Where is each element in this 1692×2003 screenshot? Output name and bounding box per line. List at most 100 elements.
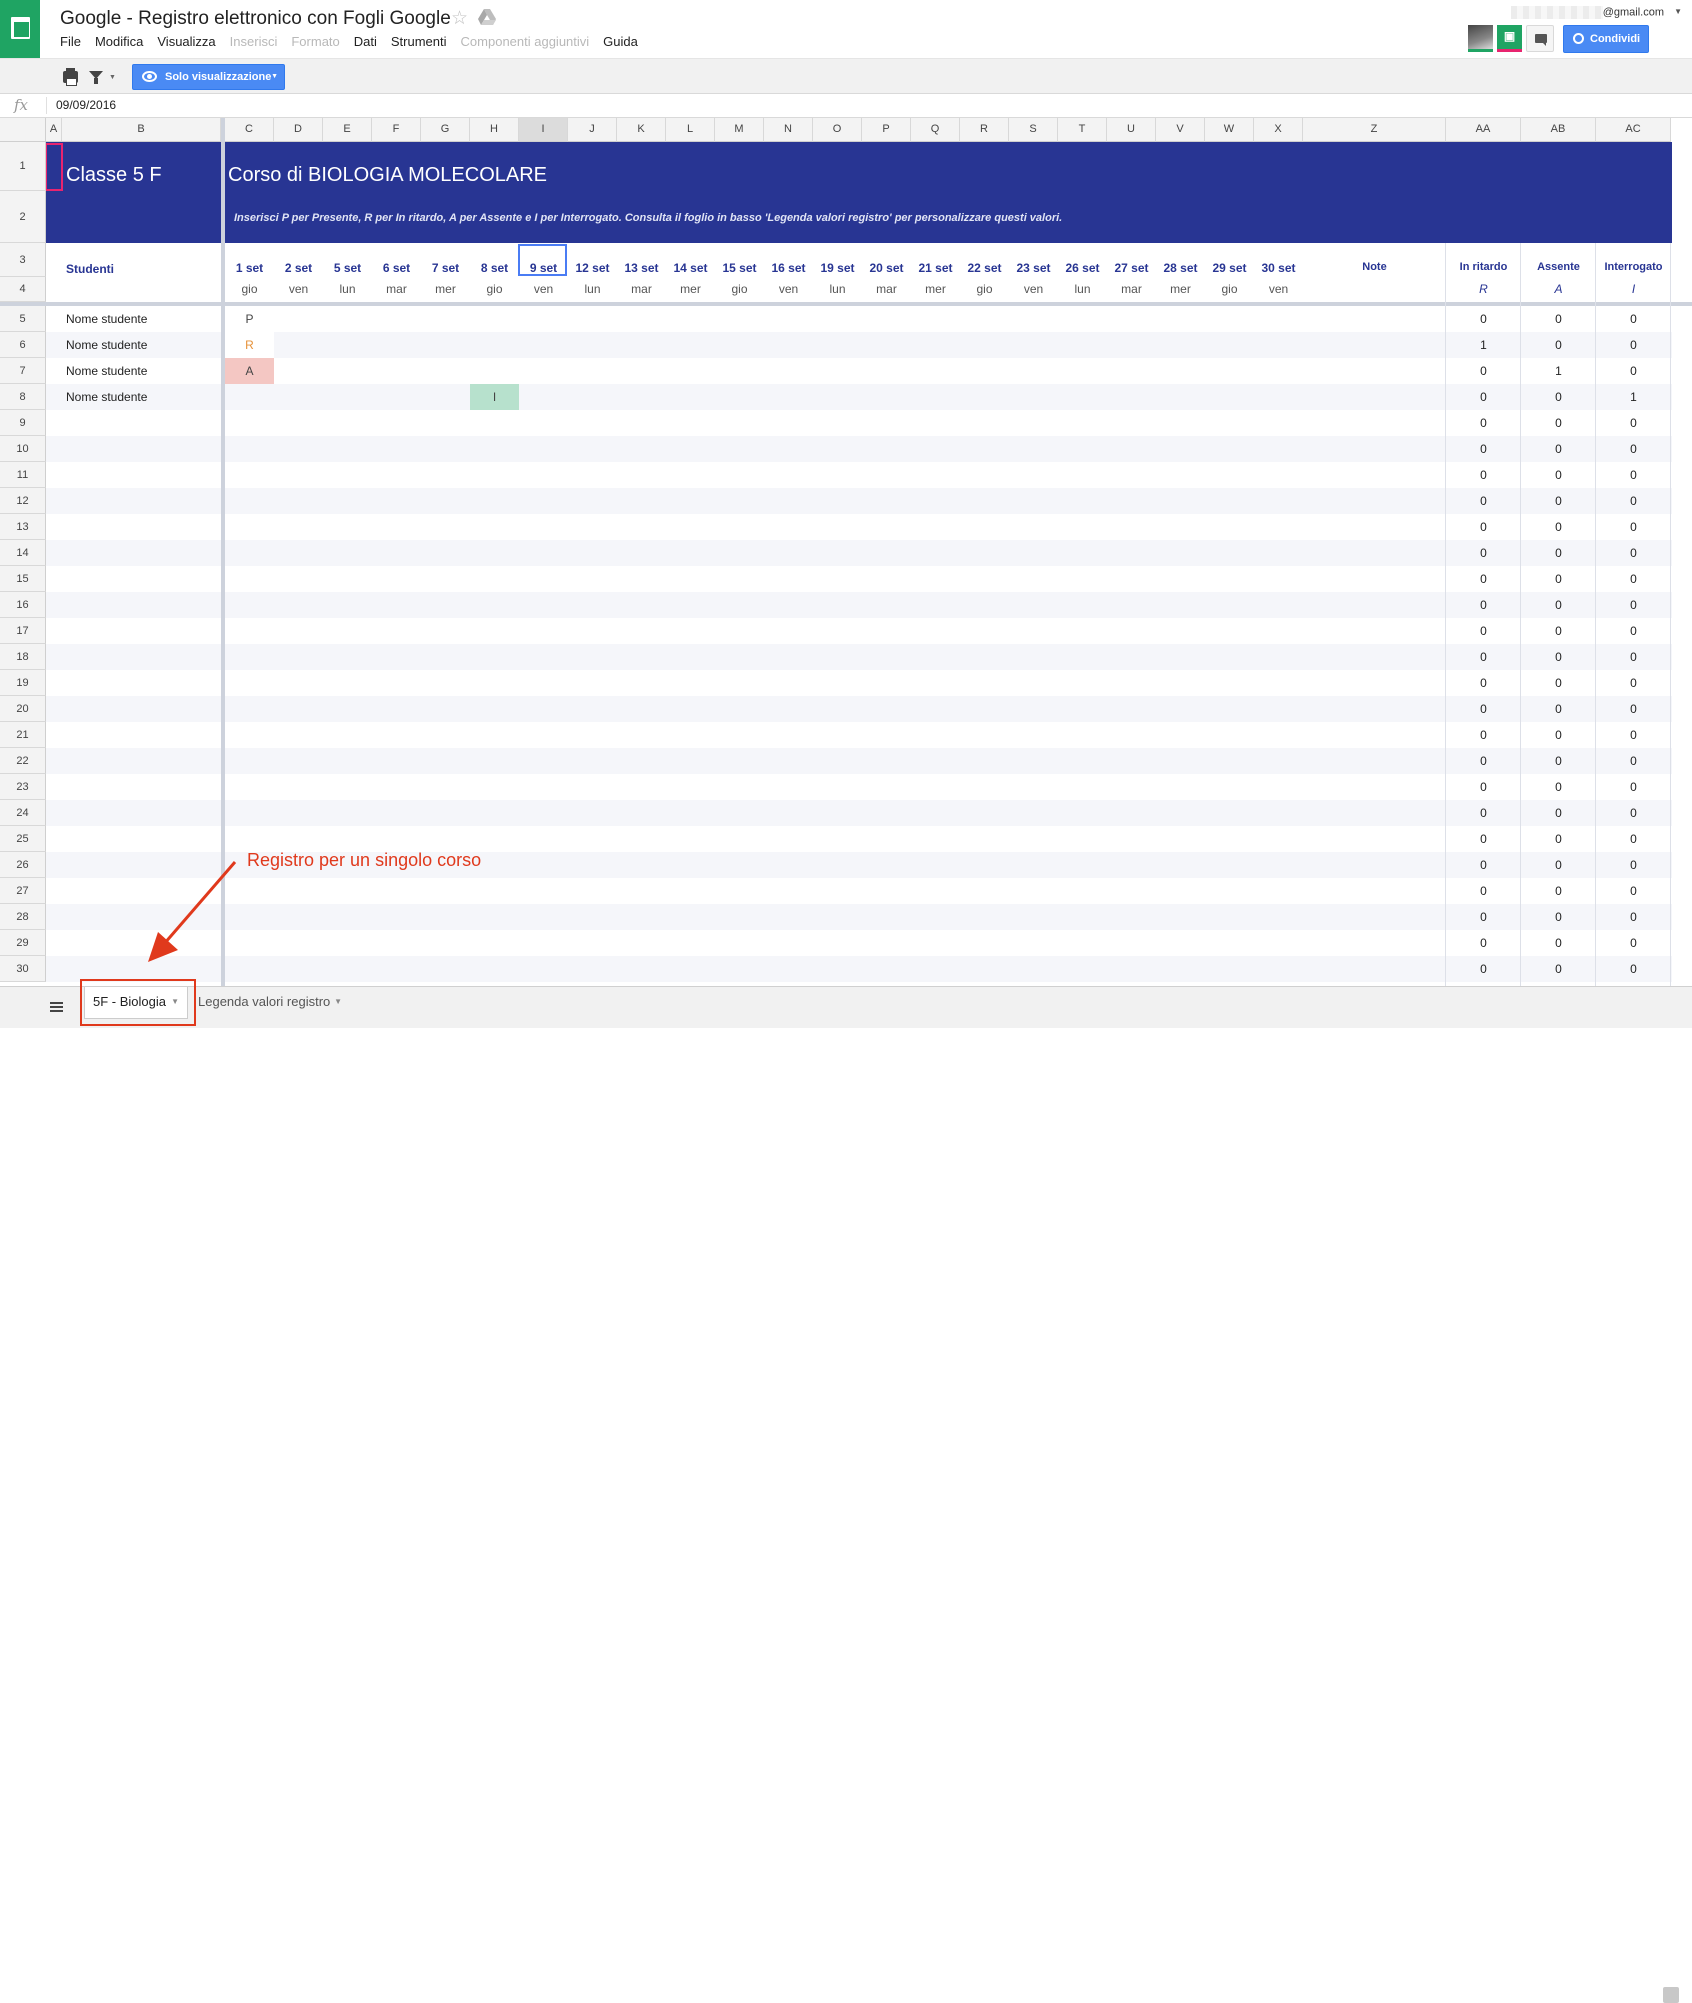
document-title[interactable]: Google - Registro elettronico con Fogli … [60, 8, 451, 30]
table-row[interactable] [46, 514, 1672, 540]
filter-caret-icon[interactable]: ▼ [109, 74, 116, 81]
date-header[interactable]: 20 set mar [862, 243, 911, 302]
account-caret-icon[interactable]: ▼ [1674, 7, 1682, 16]
summary-count-cell[interactable]: 0 [1596, 546, 1671, 560]
table-row[interactable] [46, 930, 1672, 956]
menu-guida[interactable]: Guida [603, 34, 638, 49]
summary-count-cell[interactable]: 0 [1596, 520, 1671, 534]
row-header-26[interactable]: 26 [0, 852, 46, 878]
summary-count-cell[interactable]: 0 [1596, 442, 1671, 456]
row-header-19[interactable]: 19 [0, 670, 46, 696]
date-header[interactable]: 26 set lun [1058, 243, 1107, 302]
summary-count-cell[interactable]: 0 [1446, 312, 1521, 326]
summary-count-cell[interactable]: 0 [1596, 702, 1671, 716]
table-row[interactable] [46, 540, 1672, 566]
row-header-15[interactable]: 15 [0, 566, 46, 592]
summary-count-cell[interactable]: 0 [1446, 910, 1521, 924]
row-header-9[interactable]: 9 [0, 410, 46, 436]
summary-count-cell[interactable]: 0 [1446, 702, 1521, 716]
table-row[interactable] [46, 488, 1672, 514]
summary-count-cell[interactable]: 0 [1446, 468, 1521, 482]
student-name-cell[interactable]: Nome studente [66, 338, 147, 352]
column-header-j[interactable]: J [568, 118, 617, 142]
column-header-g[interactable]: G [421, 118, 470, 142]
row-header-12[interactable]: 12 [0, 488, 46, 514]
summary-count-cell[interactable]: 0 [1446, 650, 1521, 664]
filter-icon[interactable] [89, 71, 103, 84]
summary-count-cell[interactable]: 0 [1596, 494, 1671, 508]
date-header[interactable]: 29 set gio [1205, 243, 1254, 302]
table-row[interactable] [46, 306, 1672, 332]
table-row[interactable] [46, 696, 1672, 722]
row-header-30[interactable]: 30 [0, 956, 46, 982]
notes-header[interactable]: Note [1303, 243, 1446, 302]
summary-count-cell[interactable]: 0 [1446, 364, 1521, 378]
formula-input[interactable]: 09/09/2016 [56, 98, 116, 112]
row-header-1[interactable]: 1 [0, 142, 46, 191]
row-header-10[interactable]: 10 [0, 436, 46, 462]
summary-count-cell[interactable]: 1 [1446, 338, 1521, 352]
summary-count-cell[interactable]: 0 [1521, 832, 1596, 846]
summary-count-cell[interactable]: 0 [1596, 780, 1671, 794]
summary-count-cell[interactable]: 0 [1596, 598, 1671, 612]
summary-header[interactable]: Interrogato I [1596, 243, 1671, 302]
summary-count-cell[interactable]: 0 [1521, 312, 1596, 326]
explore-icon[interactable] [1663, 1987, 1679, 2003]
summary-count-cell[interactable]: 1 [1521, 364, 1596, 378]
summary-count-cell[interactable]: 0 [1446, 624, 1521, 638]
summary-count-cell[interactable]: 0 [1446, 780, 1521, 794]
summary-count-cell[interactable]: 0 [1596, 468, 1671, 482]
column-header-v[interactable]: V [1156, 118, 1205, 142]
date-header[interactable]: 21 set mer [911, 243, 960, 302]
attendance-mark-cell[interactable]: A [225, 358, 274, 384]
table-row[interactable] [46, 592, 1672, 618]
table-row[interactable] [46, 956, 1672, 982]
menu-visualizza[interactable]: Visualizza [157, 34, 215, 49]
table-row[interactable] [46, 800, 1672, 826]
row-header-20[interactable]: 20 [0, 696, 46, 722]
summary-count-cell[interactable]: 0 [1521, 702, 1596, 716]
sheets-logo-icon[interactable] [0, 0, 40, 58]
menu-modifica[interactable]: Modifica [95, 34, 143, 49]
row-header-16[interactable]: 16 [0, 592, 46, 618]
column-header-m[interactable]: M [715, 118, 764, 142]
summary-count-cell[interactable]: 0 [1596, 832, 1671, 846]
summary-count-cell[interactable]: 0 [1521, 858, 1596, 872]
row-header-6[interactable]: 6 [0, 332, 46, 358]
summary-count-cell[interactable]: 0 [1446, 390, 1521, 404]
row-header-14[interactable]: 14 [0, 540, 46, 566]
summary-count-cell[interactable]: 0 [1446, 806, 1521, 820]
column-header-x[interactable]: X [1254, 118, 1303, 142]
column-header-o[interactable]: O [813, 118, 862, 142]
student-name-cell[interactable]: Nome studente [66, 390, 147, 404]
summary-count-cell[interactable]: 0 [1521, 416, 1596, 430]
chevron-down-icon[interactable]: ▼ [334, 987, 342, 1017]
table-row[interactable] [46, 670, 1672, 696]
date-header[interactable]: 7 set mer [421, 243, 470, 302]
table-row[interactable] [46, 384, 1672, 410]
date-header[interactable]: 16 set ven [764, 243, 813, 302]
row-header-3[interactable]: 3 [0, 243, 46, 277]
summary-count-cell[interactable]: 0 [1521, 884, 1596, 898]
row-header-25[interactable]: 25 [0, 826, 46, 852]
summary-count-cell[interactable]: 1 [1596, 390, 1671, 404]
star-icon[interactable]: ☆ [451, 7, 468, 30]
row-header-13[interactable]: 13 [0, 514, 46, 540]
summary-count-cell[interactable]: 0 [1521, 468, 1596, 482]
column-header-f[interactable]: F [372, 118, 421, 142]
summary-count-cell[interactable]: 0 [1521, 598, 1596, 612]
date-header[interactable]: 19 set lun [813, 243, 862, 302]
table-row[interactable] [46, 410, 1672, 436]
date-header[interactable]: 15 set gio [715, 243, 764, 302]
summary-count-cell[interactable]: 0 [1596, 754, 1671, 768]
table-row[interactable] [46, 566, 1672, 592]
summary-count-cell[interactable]: 0 [1596, 728, 1671, 742]
summary-count-cell[interactable]: 0 [1521, 520, 1596, 534]
student-name-cell[interactable]: Nome studente [66, 364, 147, 378]
summary-count-cell[interactable]: 0 [1446, 884, 1521, 898]
drive-folder-icon[interactable] [478, 9, 496, 25]
summary-count-cell[interactable]: 0 [1521, 910, 1596, 924]
date-header[interactable]: 30 set ven [1254, 243, 1303, 302]
row-header-28[interactable]: 28 [0, 904, 46, 930]
summary-count-cell[interactable]: 0 [1446, 546, 1521, 560]
